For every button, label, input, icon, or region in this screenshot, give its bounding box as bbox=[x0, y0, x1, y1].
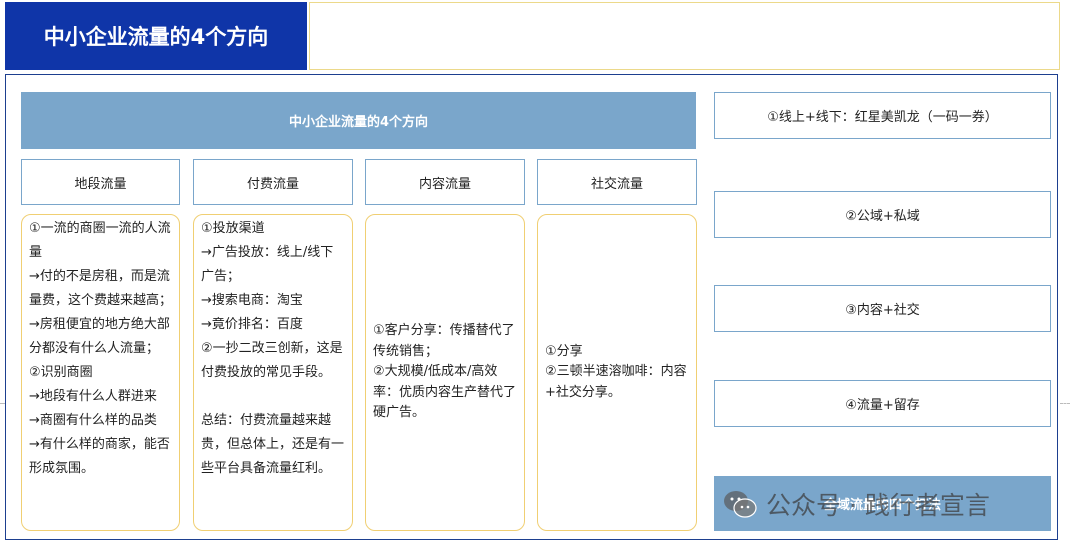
column-header-social: 社交流量 bbox=[537, 159, 697, 205]
column-line: →广告投放：线上/线下广告； bbox=[201, 245, 334, 284]
column-header-content: 内容流量 bbox=[365, 159, 525, 205]
column-line: →付的不是房租，而是流量费，这个费越来越高； bbox=[29, 269, 173, 308]
column-line: ②大规模/低成本/高效率：优质内容生产替代了硬广告。 bbox=[373, 364, 517, 421]
column-header-paid: 付费流量 bbox=[193, 159, 353, 205]
right-box-online-offline: ①线上+线下：红星美凯龙（一码一券） bbox=[714, 92, 1051, 139]
column-line: ①投放渠道 bbox=[201, 221, 265, 236]
divider bbox=[1060, 403, 1070, 404]
column-line: →有什么样的商家，能否形成氛围。 bbox=[29, 437, 170, 476]
column-line: ②识别商圈 bbox=[29, 365, 93, 380]
column-line: ②三顿半速溶咖啡：内容+社交分享。 bbox=[545, 364, 687, 400]
column-line: →搜索电商：淘宝 bbox=[201, 293, 303, 308]
right-summary-banner: 全域流量的四个打法 bbox=[714, 476, 1051, 531]
page-title: 中小企业流量的4个方向 bbox=[5, 2, 307, 70]
column-line: ①分享 bbox=[545, 343, 583, 359]
column-line: ①一流的商圈一流的人流量 bbox=[29, 221, 171, 260]
column-line: 总结：付费流量越来越贵，但总体上，还是有一些平台具备流量红利。 bbox=[201, 413, 345, 476]
divider bbox=[0, 403, 5, 404]
right-box-traffic-retention: ④流量+留存 bbox=[714, 380, 1051, 427]
column-line: →竟价排名：百度 bbox=[201, 317, 303, 332]
diagram-banner: 中小企业流量的4个方向 bbox=[21, 92, 696, 149]
column-body-location: ①一流的商圈一流的人流量 →付的不是房租，而是流量费，这个费越来越高； →房租便… bbox=[21, 214, 180, 531]
column-body-social: ①分享 ②三顿半速溶咖啡：内容+社交分享。 bbox=[537, 214, 697, 531]
column-line: ②一抄二改三创新，这是付费投放的常见手段。 bbox=[201, 341, 343, 380]
column-body-paid: ①投放渠道 →广告投放：线上/线下广告； →搜索电商：淘宝 →竟价排名：百度 ②… bbox=[193, 214, 353, 531]
column-line: →房租便宜的地方绝大部分都没有什么人流量； bbox=[29, 317, 170, 356]
column-line-spacer bbox=[201, 385, 346, 409]
title-bar-panel bbox=[309, 2, 1060, 70]
column-header-location: 地段流量 bbox=[21, 159, 180, 205]
column-line: →地段有什么人群进来 bbox=[29, 389, 157, 404]
column-line: →商圈有什么样的品类 bbox=[29, 413, 157, 428]
right-box-content-social: ③内容+社交 bbox=[714, 285, 1051, 332]
column-body-content: ①客户分享：传播替代了传统销售； ②大规模/低成本/高效率：优质内容生产替代了硬… bbox=[365, 214, 525, 531]
column-line: ①客户分享：传播替代了传统销售； bbox=[373, 323, 515, 359]
right-box-public-private: ②公域+私域 bbox=[714, 191, 1051, 238]
